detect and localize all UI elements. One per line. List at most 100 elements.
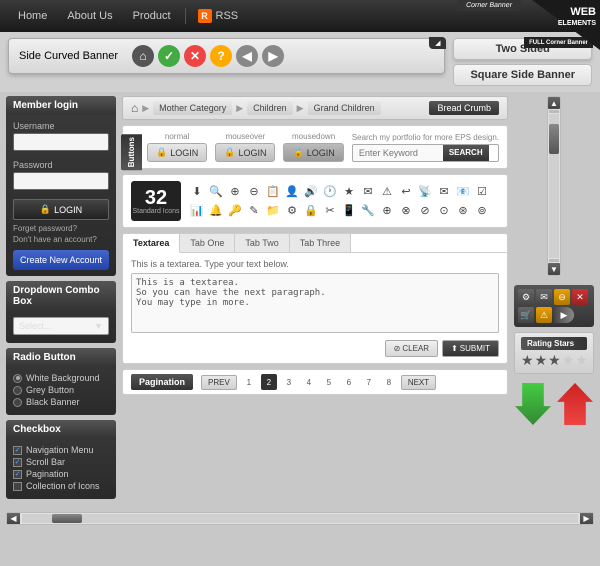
breadcrumb-home-icon[interactable]: ⌂ bbox=[131, 101, 138, 115]
banner-home-icon[interactable]: ⌂ bbox=[132, 45, 154, 67]
icon-key[interactable]: 🔑 bbox=[227, 203, 243, 219]
submit-button[interactable]: ⬆ SUBMIT bbox=[442, 340, 499, 357]
btn-normal[interactable]: 🔒 LOGIN bbox=[147, 143, 207, 162]
icon-minus[interactable]: ⊗ bbox=[398, 203, 414, 219]
down-arrow[interactable] bbox=[515, 383, 551, 425]
icon-chart[interactable]: 📊 bbox=[189, 203, 205, 219]
tab-three[interactable]: Tab Three bbox=[290, 234, 351, 252]
page-8[interactable]: 8 bbox=[381, 374, 397, 390]
page-4[interactable]: 4 bbox=[301, 374, 317, 390]
btn-down[interactable]: 🔒 LOGIN bbox=[283, 143, 343, 162]
icon-circle[interactable]: ⊙ bbox=[436, 203, 452, 219]
page-5[interactable]: 5 bbox=[321, 374, 337, 390]
toolbar-arrow-icon[interactable]: ▶ bbox=[554, 307, 574, 323]
next-page-button[interactable]: NEXT bbox=[401, 375, 436, 390]
icon-check[interactable]: ☑ bbox=[474, 184, 490, 200]
toolbar-gear-icon[interactable]: ⚙ bbox=[518, 289, 534, 305]
toolbar-x-icon[interactable]: ✕ bbox=[572, 289, 588, 305]
radio-item-0[interactable]: White Background bbox=[13, 373, 109, 383]
no-account-link[interactable]: Don't have an account? bbox=[13, 235, 109, 244]
icon-download[interactable]: ⬇ bbox=[189, 184, 205, 200]
icon-phone[interactable]: 📱 bbox=[341, 203, 357, 219]
login-button[interactable]: 🔒 LOGIN bbox=[13, 199, 109, 220]
scroll-right-arrow[interactable]: ▶ bbox=[580, 513, 593, 524]
icon-ring[interactable]: ⊚ bbox=[474, 203, 490, 219]
icon-clipboard[interactable]: 📋 bbox=[265, 184, 281, 200]
radio-item-2[interactable]: Black Banner bbox=[13, 397, 109, 407]
tab-textarea[interactable]: Textarea bbox=[123, 234, 180, 253]
icon-rss[interactable]: 📡 bbox=[417, 184, 433, 200]
banner-question-icon[interactable]: ? bbox=[210, 45, 232, 67]
icon-search-2[interactable]: ⊕ bbox=[227, 184, 243, 200]
star-3[interactable]: ★ bbox=[548, 352, 561, 369]
page-7[interactable]: 7 bbox=[361, 374, 377, 390]
vertical-scrollbar[interactable]: ▲ ▼ bbox=[547, 96, 561, 276]
toolbar-cart-icon[interactable]: 🛒 bbox=[518, 307, 534, 323]
clear-button[interactable]: ⊘ CLEAR bbox=[385, 340, 438, 357]
prev-page-button[interactable]: PREV bbox=[201, 375, 237, 390]
radio-item-1[interactable]: Grey Button bbox=[13, 385, 109, 395]
icon-envelope[interactable]: ✉ bbox=[436, 184, 452, 200]
username-input[interactable] bbox=[13, 133, 109, 151]
star-1[interactable]: ★ bbox=[521, 352, 534, 369]
nav-home[interactable]: Home bbox=[8, 0, 57, 32]
check-item-0[interactable]: ✓ Navigation Menu bbox=[13, 445, 109, 455]
banner-close-icon[interactable]: ✕ bbox=[184, 45, 206, 67]
bc-grand[interactable]: Grand Children bbox=[308, 101, 381, 115]
password-input[interactable] bbox=[13, 172, 109, 190]
star-5[interactable]: ★ bbox=[575, 352, 588, 369]
page-6[interactable]: 6 bbox=[341, 374, 357, 390]
icon-asterisk[interactable]: ⊛ bbox=[455, 203, 471, 219]
icon-gear[interactable]: ⚙ bbox=[284, 203, 300, 219]
toolbar-mail-icon[interactable]: ✉ bbox=[536, 289, 552, 305]
toolbar-minus-icon[interactable]: ⊖ bbox=[554, 289, 570, 305]
scroll-h-track[interactable] bbox=[22, 514, 578, 523]
icon-lock[interactable]: 🔒 bbox=[303, 203, 319, 219]
star-4[interactable]: ★ bbox=[562, 352, 575, 369]
star-2[interactable]: ★ bbox=[535, 352, 548, 369]
bottom-scrollbar[interactable]: ◀ ▶ bbox=[6, 512, 594, 525]
icon-reply[interactable]: ↩ bbox=[398, 184, 414, 200]
icon-sound[interactable]: 🔊 bbox=[303, 184, 319, 200]
icon-clock[interactable]: 🕐 bbox=[322, 184, 338, 200]
search-input[interactable] bbox=[353, 145, 443, 161]
check-item-3[interactable]: Collection of Icons bbox=[13, 481, 109, 491]
page-1[interactable]: 1 bbox=[241, 374, 257, 390]
tab-two[interactable]: Tab Two bbox=[235, 234, 289, 252]
textarea-field[interactable]: This is a textarea. So you can have the … bbox=[131, 273, 499, 333]
icon-edit[interactable]: ✎ bbox=[246, 203, 262, 219]
icon-slash[interactable]: ⊘ bbox=[417, 203, 433, 219]
icon-folder[interactable]: 📁 bbox=[265, 203, 281, 219]
forgot-password-link[interactable]: Forget password? bbox=[13, 224, 109, 233]
banner-prev-icon[interactable]: ◀ bbox=[236, 45, 258, 67]
icon-mail[interactable]: ✉ bbox=[360, 184, 376, 200]
icon-search-3[interactable]: ⊖ bbox=[246, 184, 262, 200]
scroll-left-arrow[interactable]: ◀ bbox=[7, 513, 20, 524]
icon-email[interactable]: 📧 bbox=[455, 184, 471, 200]
btn-hover[interactable]: 🔒 LOGIN bbox=[215, 143, 275, 162]
icon-search-1[interactable]: 🔍 bbox=[208, 184, 224, 200]
up-arrow[interactable] bbox=[557, 383, 593, 425]
icon-bell[interactable]: 🔔 bbox=[208, 203, 224, 219]
icon-user[interactable]: 👤 bbox=[284, 184, 300, 200]
page-2[interactable]: 2 bbox=[261, 374, 277, 390]
icon-scissors[interactable]: ✂ bbox=[322, 203, 338, 219]
scroll-down-arrow[interactable]: ▼ bbox=[548, 263, 560, 275]
icon-warning[interactable]: ⚠ bbox=[379, 184, 395, 200]
toolbar-warning-icon[interactable]: ⚠ bbox=[536, 307, 552, 323]
scroll-track[interactable] bbox=[549, 114, 559, 258]
nav-about[interactable]: About Us bbox=[57, 0, 122, 32]
banner-check-icon[interactable]: ✓ bbox=[158, 45, 180, 67]
create-account-button[interactable]: Create New Account bbox=[13, 250, 109, 270]
check-item-1[interactable]: ✓ Scroll Bar bbox=[13, 457, 109, 467]
bc-children[interactable]: Children bbox=[247, 101, 293, 115]
icon-star[interactable]: ★ bbox=[341, 184, 357, 200]
search-button[interactable]: SEARCH bbox=[443, 145, 489, 161]
scroll-up-arrow[interactable]: ▲ bbox=[548, 97, 560, 109]
tab-one[interactable]: Tab One bbox=[180, 234, 235, 252]
dropdown-select[interactable]: Select... ▼ bbox=[13, 317, 109, 335]
banner-next-icon[interactable]: ▶ bbox=[262, 45, 284, 67]
bc-mother[interactable]: Mother Category bbox=[153, 101, 232, 115]
scroll-thumb[interactable] bbox=[549, 124, 559, 154]
icon-plus[interactable]: ⊕ bbox=[379, 203, 395, 219]
